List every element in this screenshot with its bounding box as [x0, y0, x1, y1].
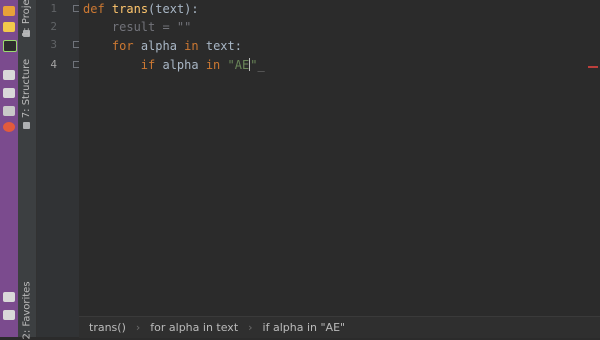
app-icon[interactable]	[3, 6, 15, 16]
app-icon[interactable]	[3, 22, 15, 32]
app-icon[interactable]	[3, 70, 15, 80]
line-number: 1	[50, 2, 57, 15]
line-number: 2	[50, 20, 57, 33]
breadcrumb: trans() › for alpha in text › if alpha i…	[79, 316, 600, 338]
project-tool-tab[interactable]: 1: Project	[18, 0, 36, 40]
app-icon[interactable]	[3, 40, 17, 52]
app-icon[interactable]	[3, 292, 15, 302]
breadcrumb-item[interactable]: if alpha in "AE"	[253, 321, 356, 334]
code-line-2: result = ""	[111, 20, 192, 34]
editor-gutter: 1 2 3 4	[37, 0, 80, 316]
structure-icon	[23, 122, 30, 129]
gutter-footer	[37, 316, 79, 337]
breadcrumb-item[interactable]: trans()	[79, 321, 136, 334]
app-icon[interactable]	[3, 122, 15, 132]
line-number: 4	[50, 58, 57, 71]
os-launcher	[0, 0, 18, 337]
line-number: 3	[50, 38, 57, 51]
code-line-4: if alpha in "AE"_	[140, 58, 265, 72]
tool-window-strip: 1: Project 7: Structure 2: Favorites	[18, 0, 37, 340]
app-icon[interactable]	[3, 88, 15, 98]
code-line-3: for alpha in text:	[111, 39, 242, 53]
app-icon[interactable]	[3, 106, 15, 116]
structure-tool-tab[interactable]: 7: Structure	[18, 56, 36, 132]
code-editor[interactable]: def trans(text): result = "" for alpha i…	[79, 0, 600, 316]
app-icon[interactable]	[3, 310, 15, 320]
error-stripe-marker[interactable]	[588, 66, 598, 68]
favorites-tool-tab[interactable]: 2: Favorites	[18, 281, 36, 339]
code-line-1: def trans(text):	[83, 2, 199, 16]
breadcrumb-item[interactable]: for alpha in text	[140, 321, 248, 334]
